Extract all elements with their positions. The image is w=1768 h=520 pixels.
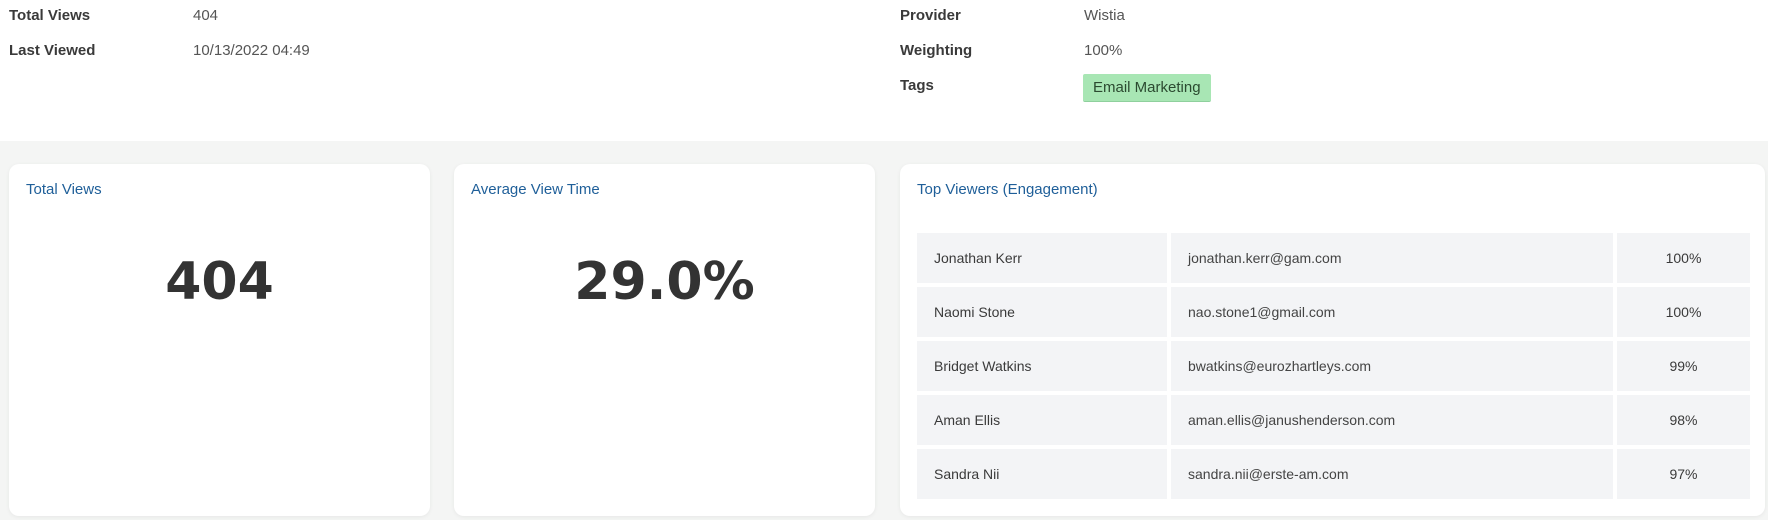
asset-details: Total Views 404 Last Viewed 10/13/2022 0…	[0, 0, 1768, 141]
last-viewed-label: Last Viewed	[9, 42, 96, 59]
table-row[interactable]: Bridget Watkins bwatkins@eurozhartleys.c…	[917, 341, 1750, 391]
card-title-average-view-time: Average View Time	[471, 181, 600, 198]
weighting-label: Weighting	[900, 42, 973, 59]
tag-badge-email-marketing[interactable]: Email Marketing	[1083, 74, 1211, 102]
viewer-engagement: 100%	[1617, 233, 1750, 283]
viewer-email: jonathan.kerr@gam.com	[1171, 233, 1613, 283]
table-row[interactable]: Jonathan Kerr jonathan.kerr@gam.com 100%	[917, 233, 1750, 283]
table-row[interactable]: Aman Ellis aman.ellis@janushenderson.com…	[917, 395, 1750, 445]
viewer-name: Naomi Stone	[917, 287, 1167, 337]
total-views-metric: 404	[165, 252, 274, 312]
provider-label: Provider	[900, 7, 961, 24]
average-view-time-metric: 29.0%	[574, 252, 755, 312]
viewer-name: Aman Ellis	[917, 395, 1167, 445]
viewer-name: Jonathan Kerr	[917, 233, 1167, 283]
provider-value: Wistia	[1084, 7, 1125, 24]
table-row[interactable]: Naomi Stone nao.stone1@gmail.com 100%	[917, 287, 1750, 337]
card-title-top-viewers: Top Viewers (Engagement)	[917, 181, 1098, 198]
average-view-time-card: Average View Time 29.0%	[454, 164, 875, 516]
card-title-total-views: Total Views	[26, 181, 102, 198]
viewer-email: sandra.nii@erste-am.com	[1171, 449, 1613, 499]
last-viewed-value: 10/13/2022 04:49	[193, 42, 310, 59]
viewer-engagement: 99%	[1617, 341, 1750, 391]
top-viewers-table: Jonathan Kerr jonathan.kerr@gam.com 100%…	[913, 229, 1754, 503]
top-viewers-card: Top Viewers (Engagement) Jonathan Kerr j…	[900, 164, 1765, 516]
weighting-value: 100%	[1084, 42, 1123, 59]
viewer-email: bwatkins@eurozhartleys.com	[1171, 341, 1613, 391]
viewer-email: nao.stone1@gmail.com	[1171, 287, 1613, 337]
viewer-name: Sandra Nii	[917, 449, 1167, 499]
viewer-name: Bridget Watkins	[917, 341, 1167, 391]
total-views-value: 404	[193, 7, 219, 24]
tags-label: Tags	[900, 77, 934, 94]
total-views-label: Total Views	[9, 7, 91, 24]
dashboard-area: Total Views 404 Average View Time 29.0% …	[0, 141, 1768, 520]
viewer-email: aman.ellis@janushenderson.com	[1171, 395, 1613, 445]
viewer-engagement: 97%	[1617, 449, 1750, 499]
table-row[interactable]: Sandra Nii sandra.nii@erste-am.com 97%	[917, 449, 1750, 499]
viewer-engagement: 98%	[1617, 395, 1750, 445]
total-views-card: Total Views 404	[9, 164, 430, 516]
viewer-engagement: 100%	[1617, 287, 1750, 337]
